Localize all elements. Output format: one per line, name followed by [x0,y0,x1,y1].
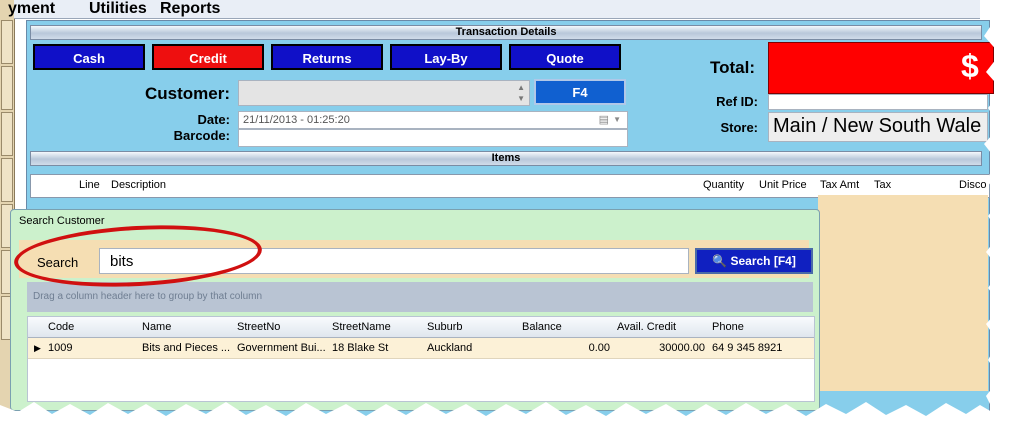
spin-up-icon[interactable]: ▲ [517,83,525,92]
customer-grid-header: Code Name StreetNo StreetName Suburb Bal… [28,317,814,338]
items-column-header[interactable]: Quantity [703,179,744,191]
calendar-icon[interactable]: ▤ [599,113,609,126]
cell-code[interactable]: 1009 [48,342,138,354]
search-icon: 🔍 [712,254,728,268]
ref-id-field[interactable] [768,94,988,110]
total-value: $ [961,48,979,84]
cell-balance[interactable]: 0.00 [522,342,610,354]
search-button-label: Search [F4] [730,254,796,268]
menu-item-utilities[interactable]: Utilities [89,0,147,18]
store-select[interactable]: Main / New South Wale [768,112,988,142]
left-edge-tab[interactable] [1,112,13,156]
transaction-details-header: Transaction Details [30,25,982,40]
items-column-header[interactable]: Description [111,179,166,191]
items-column-header[interactable]: Disco [959,179,987,191]
table-row[interactable]: ▶ 1009 Bits and Pieces ... Government Bu… [28,338,814,359]
cash-button[interactable]: Cash [33,44,145,70]
barcode-label: Barcode: [173,128,230,143]
f4-customer-button[interactable]: F4 [534,79,626,105]
column-header-balance[interactable]: Balance [522,321,562,333]
customer-label: Customer: [144,84,230,103]
group-hint: Drag a column header here to group by th… [33,291,263,302]
cell-name[interactable]: Bits and Pieces ... [142,342,234,354]
items-header: Items [30,151,982,166]
left-edge-tab[interactable] [1,20,13,64]
date-value: 21/11/2013 - 01:25:20 [243,114,350,126]
dialog-title: Search Customer [19,215,105,227]
quote-button[interactable]: Quote [509,44,621,70]
date-field[interactable]: 21/11/2013 - 01:25:20 ▤ ▼ [238,111,628,129]
row-indicator-icon: ▶ [34,343,41,353]
search-button[interactable]: 🔍 Search [F4] [695,248,813,274]
column-header-streetno[interactable]: StreetNo [237,321,280,333]
group-by-panel[interactable]: Drag a column header here to group by th… [27,282,813,312]
items-column-header[interactable]: Tax Amt [820,179,859,191]
items-column-header[interactable]: Tax [874,179,891,191]
cell-suburb[interactable]: Auckland [427,342,519,354]
store-label: Store: [720,120,758,135]
items-column-header[interactable]: Line [79,179,100,191]
menu-item-payment[interactable]: yment [8,0,55,18]
customer-grid: Code Name StreetNo StreetName Suburb Bal… [27,316,815,402]
cell-streetno[interactable]: Government Bui... [237,342,329,354]
cell-phone[interactable]: 64 9 345 8921 [712,342,812,354]
column-header-phone[interactable]: Phone [712,321,744,333]
column-header-code[interactable]: Code [48,321,74,333]
spin-down-icon[interactable]: ▼ [517,94,525,103]
dropdown-arrow-icon[interactable]: ▼ [613,115,621,124]
items-column-header[interactable]: Unit Price [759,179,807,191]
cell-avail-credit[interactable]: 30000.00 [617,342,705,354]
left-edge-tab[interactable] [1,158,13,202]
total-label: Total: [710,58,756,77]
ref-id-label: Ref ID: [716,94,758,109]
returns-button[interactable]: Returns [271,44,383,70]
menu-bar: yment Utilities Reports [8,0,980,19]
lay-by-button[interactable]: Lay-By [390,44,502,70]
barcode-input[interactable] [238,129,628,147]
column-header-avail-credit[interactable]: Avail. Credit [617,321,676,333]
items-background [818,195,988,391]
column-header-name[interactable]: Name [142,321,171,333]
credit-button[interactable]: Credit [152,44,264,70]
customer-field[interactable]: ▲ ▼ [238,80,530,106]
column-header-suburb[interactable]: Suburb [427,321,462,333]
total-display: $ [768,42,994,94]
column-header-streetname[interactable]: StreetName [332,321,391,333]
left-edge-tab[interactable] [1,66,13,110]
date-label: Date: [197,112,230,127]
menu-item-reports[interactable]: Reports [160,0,220,18]
cell-streetname[interactable]: 18 Blake St [332,342,424,354]
